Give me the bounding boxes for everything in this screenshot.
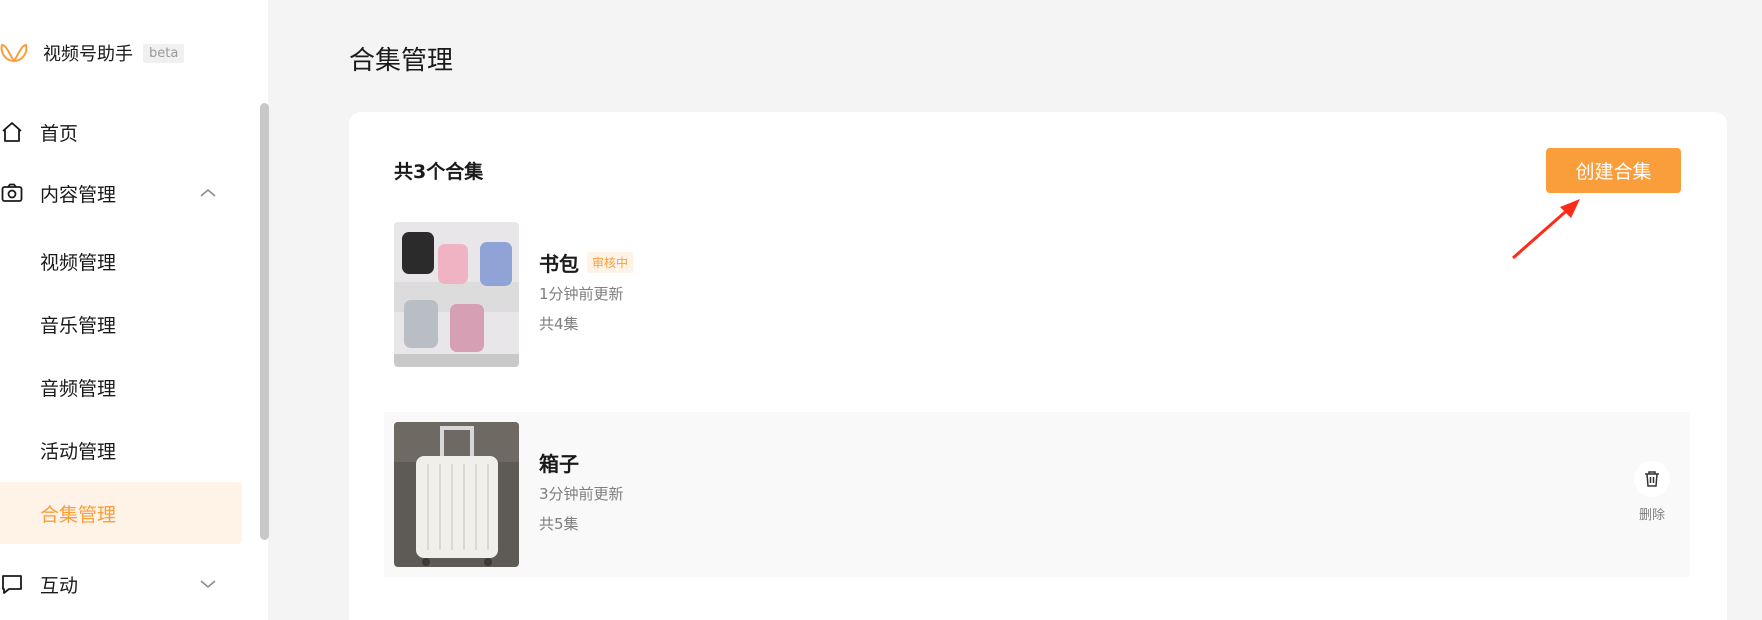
nav-home-label: 首页 — [40, 122, 79, 145]
collection-title-text: 箱子 — [539, 452, 579, 476]
collections-card: 共3个合集 创建合集 书包 审核中 1分钟前更新 共4集 箱子 3分钟前更新 共… — [349, 112, 1727, 620]
trash-icon — [1634, 461, 1670, 497]
sidebar-item-label: 音乐管理 — [40, 314, 117, 337]
delete-button[interactable]: 删除 — [1627, 461, 1677, 523]
channels-logo-icon — [0, 43, 28, 63]
status-badge: 审核中 — [587, 252, 634, 273]
beta-badge: beta — [143, 43, 185, 63]
brand-name: 视频号助手 — [43, 44, 133, 65]
collection-title[interactable]: 书包 审核中 — [539, 248, 634, 277]
nav-home[interactable]: 首页 — [0, 104, 242, 160]
delete-label: 删除 — [1638, 508, 1665, 523]
chevron-down-icon — [200, 580, 216, 589]
nav-interaction-label: 互动 — [40, 574, 79, 597]
updated-time: 1分钟前更新 — [539, 285, 624, 303]
sidebar-item-collections[interactable]: 合集管理 — [0, 482, 242, 544]
page-title: 合集管理 — [349, 46, 454, 76]
create-collection-button[interactable]: 创建合集 — [1546, 148, 1681, 193]
home-icon — [0, 120, 24, 144]
sidebar-item-label: 视频管理 — [40, 251, 117, 274]
backpack-thumbnail — [394, 222, 519, 367]
sidebar-item-music[interactable]: 音乐管理 — [0, 293, 242, 355]
episode-count: 共4集 — [539, 315, 579, 333]
brand[interactable]: 视频号助手 beta — [0, 38, 185, 68]
chevron-up-icon — [200, 188, 216, 197]
sidebar-item-label: 音频管理 — [40, 377, 117, 400]
nav-content-management[interactable]: 内容管理 — [0, 165, 242, 221]
chat-icon — [0, 572, 24, 596]
collection-row[interactable]: 书包 审核中 1分钟前更新 共4集 — [384, 212, 1690, 377]
sidebar-scrollbar[interactable] — [260, 103, 269, 540]
camera-icon — [0, 181, 24, 205]
annotation-arrow-icon — [1512, 199, 1580, 260]
sidebar: 视频号助手 beta 首页 内容管理 视频管理 音乐管理 音频管理 活动管理 合… — [0, 0, 269, 620]
collection-count: 共3个合集 — [394, 161, 484, 183]
updated-time: 3分钟前更新 — [539, 485, 624, 503]
collection-title-text: 书包 — [539, 252, 579, 276]
sidebar-item-video[interactable]: 视频管理 — [0, 230, 242, 292]
sidebar-item-activity[interactable]: 活动管理 — [0, 419, 242, 481]
suitcase-thumbnail — [394, 422, 519, 567]
collection-title[interactable]: 箱子 — [539, 448, 579, 477]
collection-row[interactable]: 箱子 3分钟前更新 共5集 删除 — [384, 412, 1690, 577]
sidebar-item-label: 活动管理 — [40, 440, 117, 463]
episode-count: 共5集 — [539, 515, 579, 533]
sidebar-item-label: 合集管理 — [40, 503, 117, 526]
nav-content-label: 内容管理 — [40, 183, 117, 206]
sidebar-item-audio[interactable]: 音频管理 — [0, 356, 242, 418]
nav-interaction[interactable]: 互动 — [0, 556, 242, 612]
